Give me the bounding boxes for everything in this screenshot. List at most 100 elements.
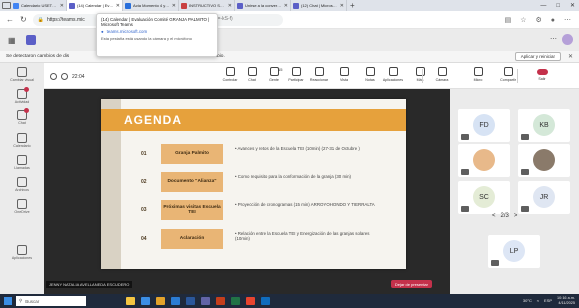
- refresh-icon[interactable]: ↻: [20, 15, 27, 24]
- browser-tab[interactable]: INSTRUCTIVO SOLUCI...✕: [179, 0, 235, 11]
- participant-count: 15: [278, 67, 283, 72]
- rail-item-archivos[interactable]: Archivos: [0, 177, 44, 192]
- participant-tile[interactable]: JR: [518, 181, 570, 214]
- rail-item-actividad[interactable]: Actividad: [0, 87, 44, 104]
- mic-button[interactable]: Micro: [465, 67, 491, 82]
- tab-close-icon[interactable]: ✕: [228, 3, 232, 9]
- browser-toolbar-icons: ▤ ☆ ⚙ ● ⋯: [505, 12, 571, 28]
- new-tab-button[interactable]: +: [350, 1, 355, 10]
- meeting-toolbar: 22:04 Controlar Chat Gente 15 Participar Reac…: [44, 63, 579, 89]
- rail-item-onedrive[interactable]: OneDrive: [0, 199, 44, 214]
- next-page-button[interactable]: >: [514, 213, 518, 219]
- agenda-description: • Relación entre la Escuela TEI y Energi…: [235, 231, 370, 242]
- timer-text: 22:04: [72, 73, 85, 80]
- maximize-button[interactable]: □: [556, 3, 560, 9]
- extensions-icon[interactable]: ⚙: [535, 16, 541, 24]
- reader-icon[interactable]: ▤: [505, 16, 512, 24]
- agenda-number: 02: [141, 179, 147, 185]
- taskbar-search[interactable]: ⚲ Buscar: [16, 296, 86, 306]
- star-icon[interactable]: ☆: [520, 16, 526, 24]
- browser-tab[interactable]: (14) Calendar | Eva... ✕: [67, 0, 123, 11]
- app-launcher-icon[interactable]: ▦: [8, 36, 16, 45]
- browser-tab[interactable]: Unirse a la conversaci...✕: [235, 0, 291, 11]
- more-icon[interactable]: ⋯: [564, 16, 571, 24]
- shield-icon: [50, 73, 57, 80]
- agenda-slide: AGENDA 01 Granja Palmito • Avances y retos…: [101, 99, 406, 269]
- tab-favicon-icon: [125, 2, 131, 9]
- excel-icon[interactable]: [231, 297, 240, 305]
- chrome-icon[interactable]: [246, 297, 255, 305]
- tab-close-icon[interactable]: ✕: [340, 3, 344, 9]
- windows-start-icon[interactable]: [4, 297, 12, 305]
- popup-title: (14) Calendar | Evaluación Comité GRANJA…: [101, 17, 210, 27]
- rail-item-label: Cambiar visual: [10, 78, 34, 82]
- browser-tab[interactable]: (12) Chat | Microsoft T...✕: [291, 0, 347, 11]
- more-options-icon[interactable]: ⋯: [550, 35, 557, 43]
- profile-icon[interactable]: ●: [551, 17, 555, 24]
- rail-item-label: Archivos: [15, 188, 29, 192]
- participant-tile[interactable]: FD: [458, 109, 510, 142]
- prev-page-button[interactable]: <: [492, 213, 496, 219]
- rail-item-aplicaciones[interactable]: Aplicaciones: [0, 245, 44, 260]
- agenda-description: • Como requisito para la conformación de…: [235, 174, 351, 179]
- language-text[interactable]: ESP: [544, 298, 552, 303]
- powerpoint-icon[interactable]: [216, 297, 225, 305]
- participant-tile[interactable]: [518, 144, 570, 177]
- apps-button[interactable]: Aplicaciones: [380, 67, 406, 82]
- participant-avatar: SC: [473, 186, 495, 208]
- wifi-icon[interactable]: ≈: [537, 298, 539, 303]
- tab-close-icon[interactable]: ✕: [60, 3, 64, 9]
- tool-label: Participar: [288, 78, 304, 82]
- tool-label: Chat: [248, 78, 256, 82]
- popup-domain-text: teams.microsoft.com: [106, 29, 148, 34]
- tab-close-icon[interactable]: ✕: [284, 3, 288, 9]
- tab-close-icon[interactable]: ✕: [172, 3, 176, 9]
- close-notification-icon[interactable]: ✕: [568, 53, 573, 60]
- tool-label: Cámara: [435, 78, 449, 82]
- react-button[interactable]: Reaccionar: [306, 67, 332, 82]
- close-window-button[interactable]: ✕: [570, 2, 575, 9]
- notes-icon: [365, 67, 375, 76]
- tab-close-icon[interactable]: ✕: [116, 3, 120, 9]
- rail-item-label: Chat: [18, 121, 26, 125]
- participant-tile[interactable]: SC: [458, 181, 510, 214]
- widgets-icon[interactable]: [126, 297, 135, 305]
- muted-mic-icon: [461, 206, 469, 212]
- browser-tab[interactable]: Acta Momento 4 y 5... ✕: [123, 0, 179, 11]
- browser-tab-strip: Calendario USETT R... ✕ (14) Calendar | Ev…: [0, 0, 579, 11]
- agenda-topic: Próximas visitas Escuela TEI: [161, 200, 223, 220]
- outlook-icon[interactable]: [261, 297, 270, 305]
- clock[interactable]: 10:16 a.m. 4/11/2025: [557, 296, 575, 305]
- rail-item-llamadas[interactable]: Llamadas: [0, 155, 44, 170]
- teams-taskbar-icon[interactable]: [201, 297, 210, 305]
- rail-item-calendario[interactable]: Calendario: [0, 133, 44, 148]
- toolbar-divider: [422, 69, 423, 83]
- browser-tab[interactable]: Calendario USETT R... ✕: [11, 0, 67, 11]
- apply-restart-button[interactable]: Aplicar y reiniciar: [514, 52, 561, 61]
- agenda-number: 04: [141, 236, 147, 242]
- rail-item-cambiar-visual[interactable]: Cambiar visual: [0, 67, 44, 82]
- weather-text: 30°C: [522, 298, 532, 303]
- word-icon[interactable]: [186, 297, 195, 305]
- rail-item-label: Llamadas: [14, 166, 30, 170]
- back-arrow-icon[interactable]: ←: [6, 15, 14, 24]
- agenda-topic: Granja Palmito: [161, 144, 223, 164]
- rail-item-icon: [17, 133, 27, 143]
- camera-button[interactable]: Cámara: [429, 67, 455, 82]
- participant-tile[interactable]: LP: [488, 235, 540, 268]
- edge-icon[interactable]: [171, 297, 180, 305]
- minimize-button[interactable]: —: [540, 3, 546, 9]
- stop-presenting-button[interactable]: Dejar de presentar: [390, 280, 432, 288]
- leave-button[interactable]: Salir: [529, 67, 555, 81]
- rail-item-chat[interactable]: Chat: [0, 108, 44, 125]
- view-button[interactable]: Vista: [331, 67, 357, 82]
- participant-pagination: < 2/3 >: [492, 213, 517, 219]
- participant-tile[interactable]: [458, 144, 510, 177]
- notification-bar: Se detectaron cambios de dis ibio. Aplic…: [0, 51, 579, 63]
- user-avatar[interactable]: [562, 34, 573, 45]
- participant-tile[interactable]: KB: [518, 109, 570, 142]
- task-view-icon[interactable]: [141, 297, 150, 305]
- file-explorer-icon[interactable]: [156, 297, 165, 305]
- react-icon: [314, 67, 324, 76]
- tab-actions-icon[interactable]: [2, 2, 11, 9]
